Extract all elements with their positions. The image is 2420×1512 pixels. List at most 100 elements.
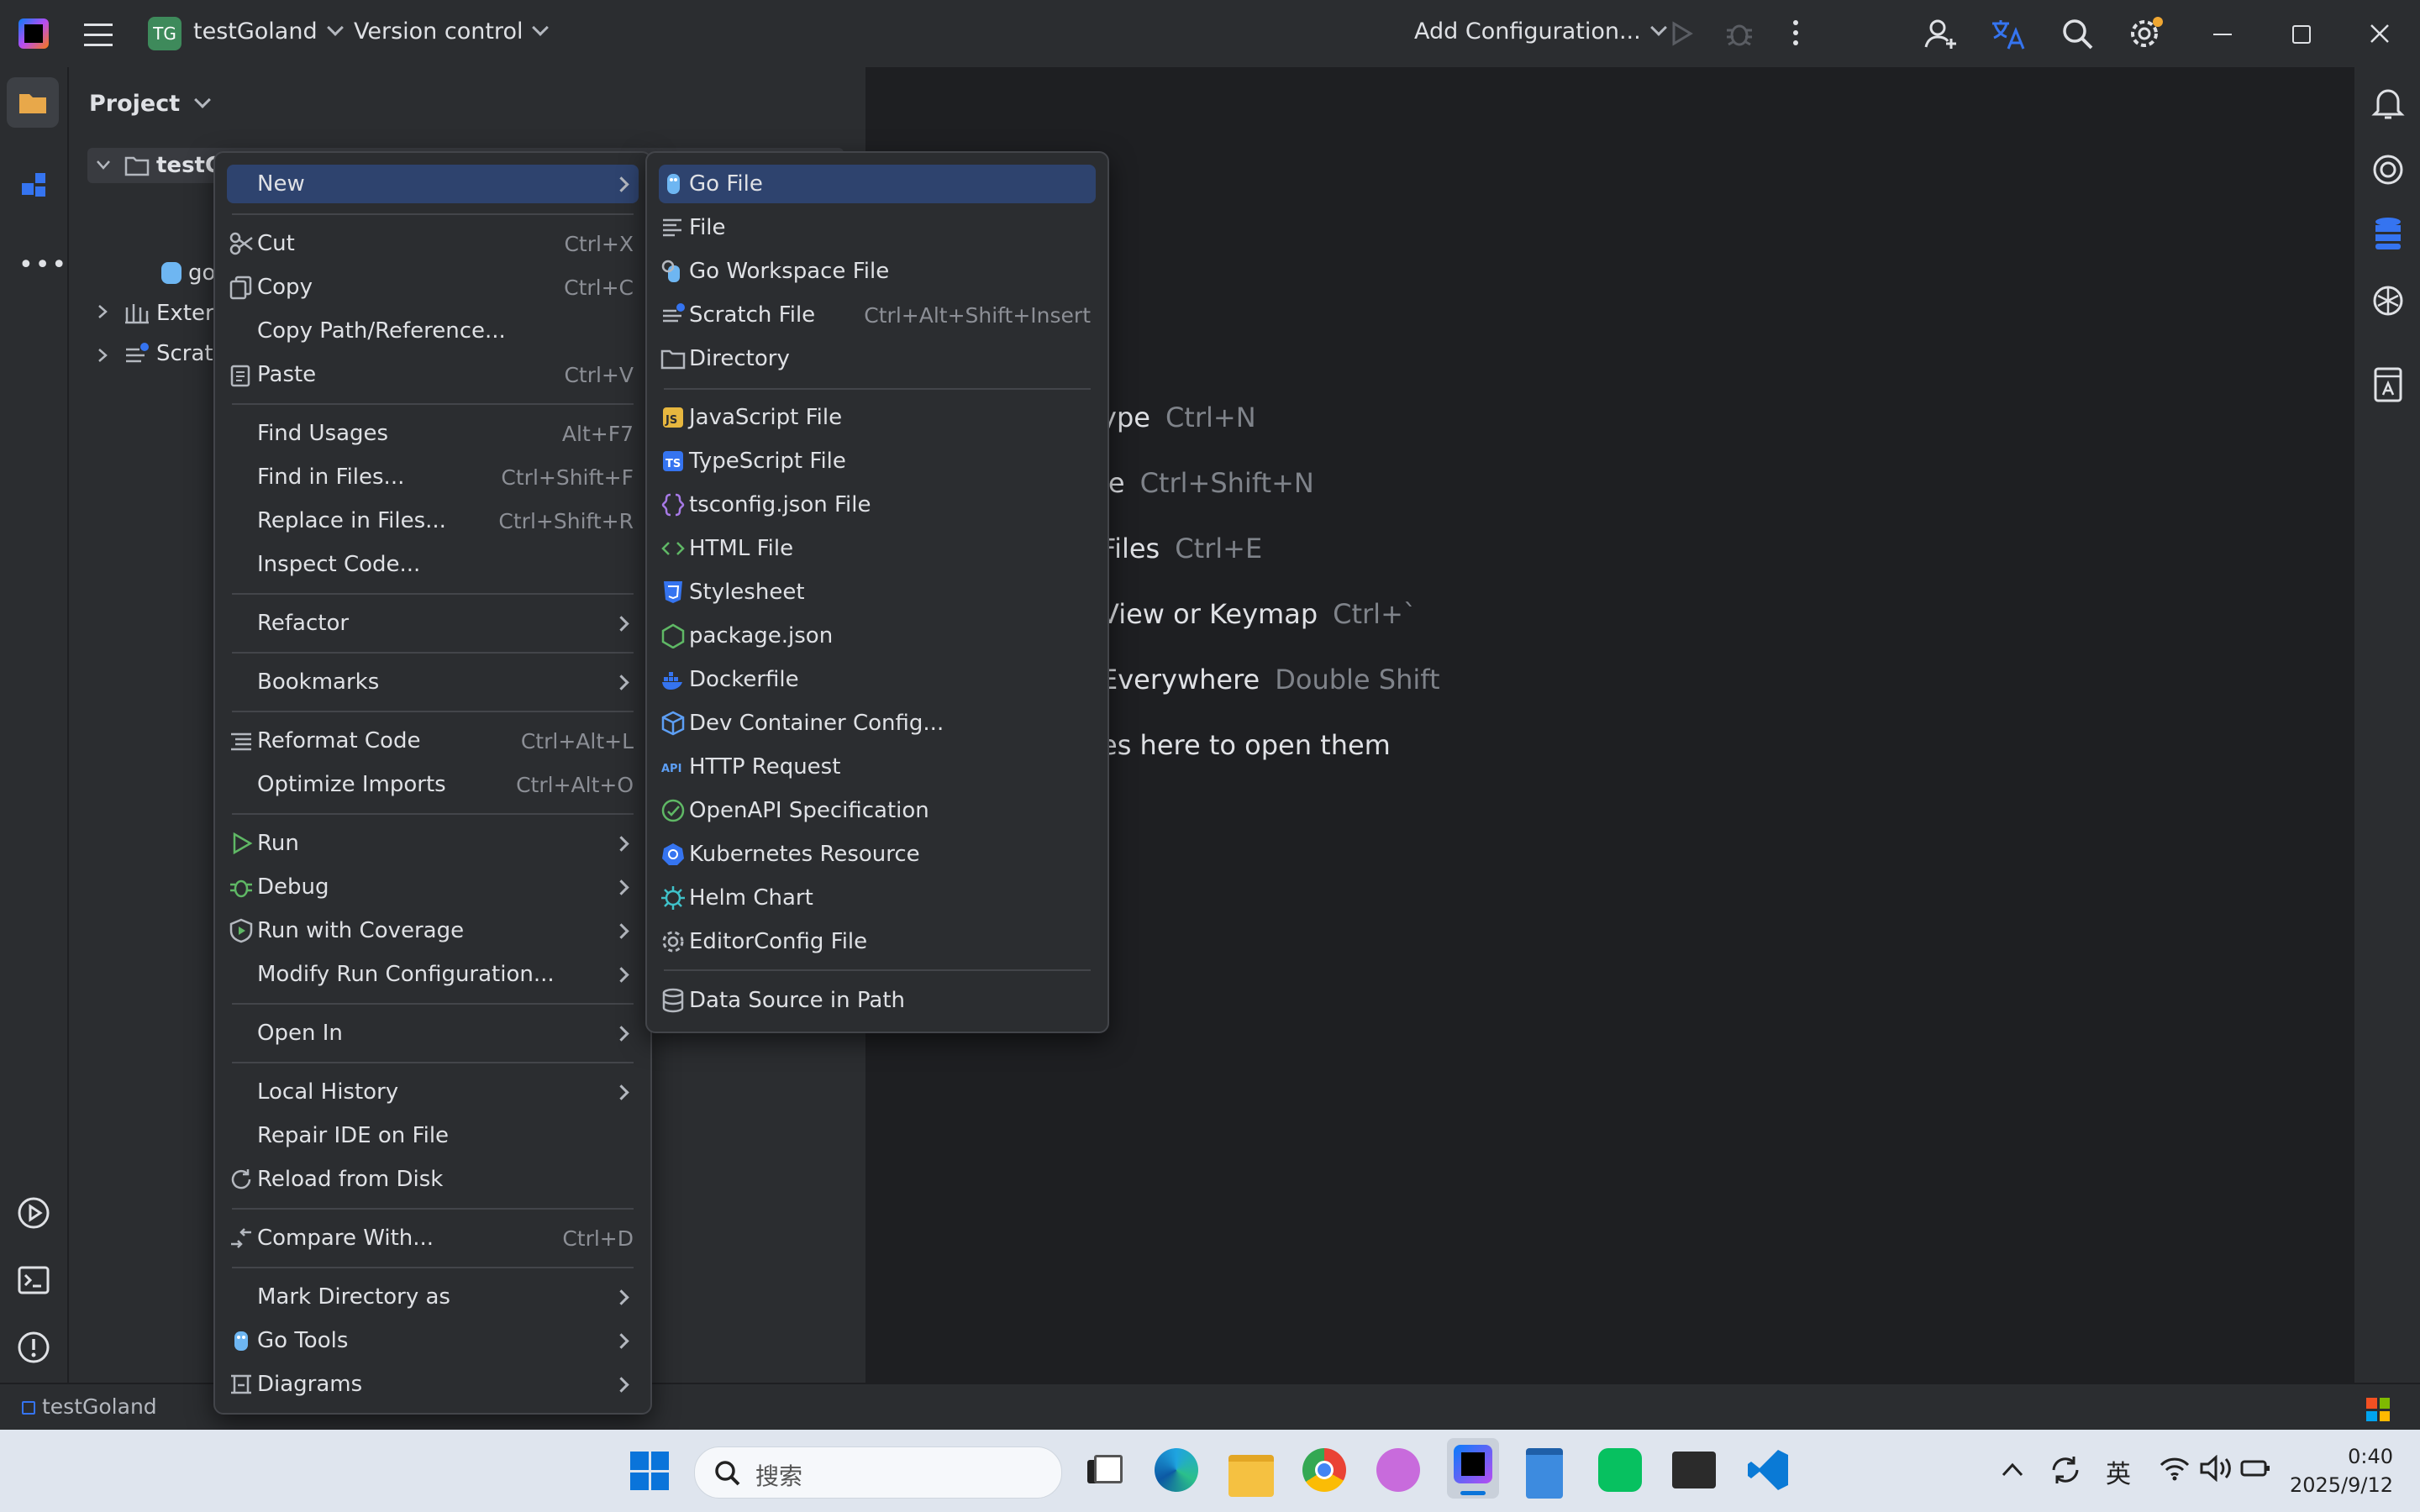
context-menu-item-debug[interactable]: Debug xyxy=(227,868,639,906)
new-menu-item-html-file[interactable]: HTML File xyxy=(659,529,1096,568)
learn-icon[interactable] xyxy=(2373,366,2403,403)
project-tool-button[interactable] xyxy=(7,77,59,128)
structure-icon[interactable] xyxy=(20,171,49,200)
new-menu-item-dev-container-config[interactable]: Dev Container Config... xyxy=(659,704,1096,743)
new-menu-item-openapi-specification[interactable]: OpenAPI Specification xyxy=(659,791,1096,830)
context-menu-item-go-tools[interactable]: Go Tools xyxy=(227,1321,639,1360)
context-menu-item-copy[interactable]: Copy Ctrl+C xyxy=(227,268,639,307)
context-menu-item-bookmarks[interactable]: Bookmarks xyxy=(227,663,639,701)
more-tools-icon[interactable]: ••• xyxy=(18,250,68,280)
more-actions-icon[interactable] xyxy=(1793,20,1798,45)
context-menu-item-refactor[interactable]: Refactor xyxy=(227,604,639,643)
restore-icon[interactable] xyxy=(2292,25,2311,44)
vscode-icon[interactable] xyxy=(1748,1448,1790,1492)
context-menu-item-local-history[interactable]: Local History xyxy=(227,1073,639,1111)
goland-logo-icon[interactable] xyxy=(18,18,49,49)
new-menu-item-editorconfig-file[interactable]: EditorConfig File xyxy=(659,922,1096,961)
context-menu-item-reformat-code[interactable]: Reformat Code Ctrl+Alt+L xyxy=(227,722,639,760)
new-menu-item-typescript-file[interactable]: TS TypeScript File xyxy=(659,442,1096,480)
clock-time[interactable]: 0:40 xyxy=(2324,1445,2393,1468)
context-menu-item-reload-from-disk[interactable]: Reload from Disk xyxy=(227,1160,639,1199)
project-switcher[interactable]: testGoland xyxy=(193,18,341,45)
goland-taskbar-icon[interactable] xyxy=(1447,1438,1499,1499)
run-configuration-selector[interactable]: Add Configuration... xyxy=(1414,18,1665,45)
context-menu-item-new[interactable]: New xyxy=(227,165,639,203)
version-control-menu[interactable]: Version control xyxy=(354,18,546,45)
services-icon[interactable] xyxy=(17,1196,50,1230)
plugin-icon[interactable] xyxy=(2371,284,2405,318)
menu-item-label: Bookmarks xyxy=(257,669,380,695)
context-menu-item-find-usages[interactable]: Find Usages Alt+F7 xyxy=(227,414,639,453)
new-menu-item-stylesheet[interactable]: Stylesheet xyxy=(659,573,1096,612)
new-menu-item-go-file[interactable]: Go File xyxy=(659,165,1096,203)
context-menu-item-optimize-imports[interactable]: Optimize Imports Ctrl+Alt+O xyxy=(227,765,639,804)
minimize-icon[interactable] xyxy=(2213,34,2232,35)
new-menu-item-javascript-file[interactable]: JS JavaScript File xyxy=(659,398,1096,437)
new-menu-item-dockerfile[interactable]: Dockerfile xyxy=(659,660,1096,699)
expanded-arrow-icon[interactable] xyxy=(96,160,111,171)
run-icon[interactable] xyxy=(1669,20,1694,47)
wechat-icon[interactable] xyxy=(1598,1448,1642,1492)
wifi-icon[interactable] xyxy=(2160,1455,2190,1482)
context-menu-item-open-in[interactable]: Open In xyxy=(227,1014,639,1053)
battery-icon[interactable] xyxy=(2240,1455,2272,1482)
tree-item-go-file[interactable]: go xyxy=(188,260,215,286)
close-icon[interactable] xyxy=(2370,24,2390,44)
context-menu-item-repair-ide-on-file[interactable]: Repair IDE on File xyxy=(227,1116,639,1155)
context-menu-item-run-with-coverage[interactable]: Run with Coverage xyxy=(227,911,639,950)
new-menu-item-http-request[interactable]: API HTTP Request xyxy=(659,748,1096,786)
search-icon[interactable] xyxy=(2060,17,2094,50)
new-menu-item-tsconfig-json-file[interactable]: tsconfig.json File xyxy=(659,486,1096,524)
edge-icon[interactable] xyxy=(1155,1448,1198,1492)
problems-icon[interactable] xyxy=(17,1331,50,1364)
context-menu-item-replace-in-files[interactable]: Replace in Files... Ctrl+Shift+R xyxy=(227,501,639,540)
taskbar-search[interactable]: 搜索 xyxy=(694,1446,1062,1499)
new-menu-item-file[interactable]: File xyxy=(659,208,1096,247)
terminal-icon[interactable] xyxy=(17,1263,50,1297)
cat-app-icon[interactable] xyxy=(1376,1448,1420,1492)
context-menu-item-copy-path-reference[interactable]: Copy Path/Reference... xyxy=(227,312,639,350)
context-menu-item-run[interactable]: Run xyxy=(227,824,639,863)
context-menu-item-modify-run-configuration[interactable]: Modify Run Configuration... xyxy=(227,955,639,994)
clock-date[interactable]: 2025/9/12 xyxy=(2269,1473,2393,1497)
chrome-icon[interactable] xyxy=(1302,1448,1346,1492)
new-menu-item-go-workspace-file[interactable]: Go Workspace File xyxy=(659,252,1096,291)
task-view-icon[interactable] xyxy=(1084,1453,1123,1487)
context-menu-item-mark-directory-as[interactable]: Mark Directory as xyxy=(227,1278,639,1316)
status-project-name[interactable]: testGoland xyxy=(42,1394,157,1419)
context-menu-item-find-in-files[interactable]: Find in Files... Ctrl+Shift+F xyxy=(227,458,639,496)
new-menu-item-kubernetes-resource[interactable]: Kubernetes Resource xyxy=(659,835,1096,874)
new-menu-item-directory[interactable]: Directory xyxy=(659,339,1096,378)
volume-icon[interactable] xyxy=(2200,1455,2232,1482)
ime-indicator[interactable]: 英 xyxy=(2106,1453,2131,1490)
settings-icon[interactable] xyxy=(2128,15,2165,52)
collapsed-arrow-icon[interactable] xyxy=(97,304,109,319)
start-button[interactable] xyxy=(630,1452,669,1490)
context-menu-item-compare-with[interactable]: Compare With... Ctrl+D xyxy=(227,1219,639,1257)
notifications-icon[interactable] xyxy=(2371,86,2405,123)
chevron-up-icon[interactable] xyxy=(2002,1462,2023,1477)
terminal-app-icon[interactable] xyxy=(1672,1452,1716,1488)
context-menu-item-inspect-code[interactable]: Inspect Code... xyxy=(227,545,639,584)
project-view-selector[interactable]: Project xyxy=(89,91,208,117)
ai-assistant-icon[interactable] xyxy=(2371,153,2405,186)
new-menu-item-helm-chart[interactable]: Helm Chart xyxy=(659,879,1096,917)
new-menu-item-data-source-in-path[interactable]: Data Source in Path xyxy=(659,981,1096,1020)
menu-item-label: Copy Path/Reference... xyxy=(257,318,506,344)
new-menu-item-package-json[interactable]: package.json xyxy=(659,617,1096,655)
file-explorer-icon[interactable] xyxy=(1228,1455,1274,1497)
debug-icon[interactable] xyxy=(1724,18,1754,49)
notepad-icon[interactable] xyxy=(1526,1448,1563,1499)
project-badge[interactable]: TG xyxy=(148,17,182,50)
context-menu-item-diagrams[interactable]: Diagrams xyxy=(227,1365,639,1404)
translate-icon[interactable] xyxy=(1990,17,2027,50)
code-with-me-icon[interactable] xyxy=(1924,17,1958,50)
collapsed-arrow-icon[interactable] xyxy=(97,348,109,363)
main-menu-icon[interactable] xyxy=(84,20,113,47)
context-menu-item-paste[interactable]: Paste Ctrl+V xyxy=(227,355,639,394)
sync-icon[interactable] xyxy=(2049,1453,2082,1487)
new-menu-item-scratch-file[interactable]: Scratch File Ctrl+Alt+Shift+Insert xyxy=(659,296,1096,334)
compare-arrows-icon xyxy=(229,1226,254,1251)
database-icon[interactable] xyxy=(2373,215,2403,252)
context-menu-item-cut[interactable]: Cut Ctrl+X xyxy=(227,224,639,263)
